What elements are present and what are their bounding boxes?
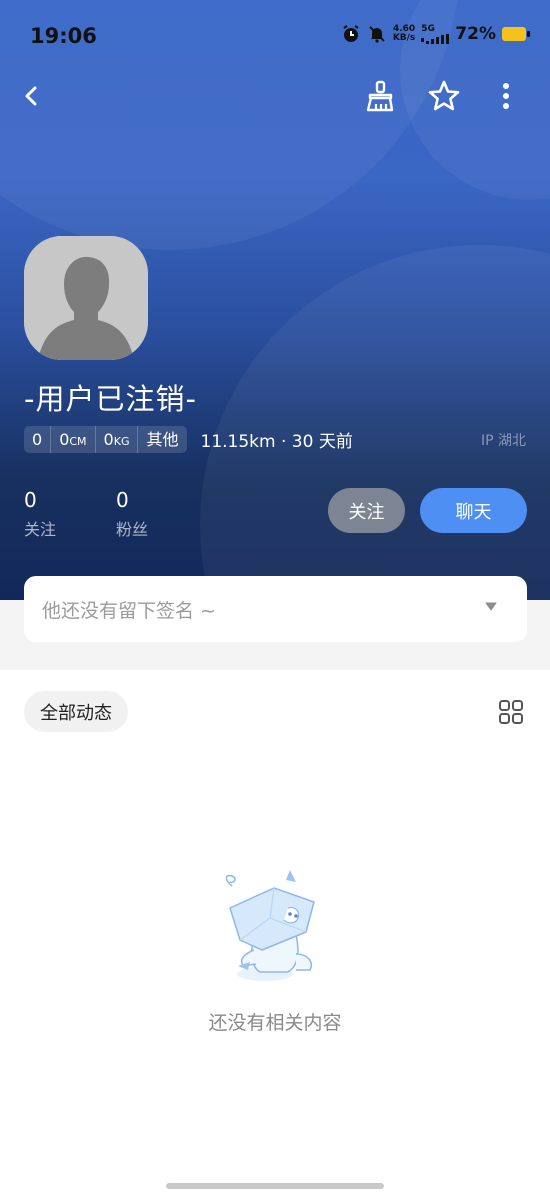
clean-button[interactable] [360,76,400,116]
caret-down-icon[interactable] [485,602,497,612]
following-stat[interactable]: 0 关注 [24,488,56,540]
username: -用户已注销- [24,382,197,416]
chat-button[interactable]: 聊天 [420,488,527,533]
network-speed: 4.60 KB/s [392,24,416,43]
chevron-left-icon [25,86,37,106]
top-nav-bar [0,72,550,120]
more-vertical-icon [503,83,509,109]
tag-height: 0 CM [51,426,96,453]
followers-count: 0 [116,488,129,512]
battery-icon [502,27,530,41]
tag-age: 0 [24,426,52,453]
tag-weight: 0 KG [96,426,139,453]
grid-view-icon[interactable] [498,699,524,725]
tab-all-posts[interactable]: 全部动态 [24,691,128,732]
status-bar: 19:06 4.60 KB/s 5G 72% [0,18,550,58]
status-time: 19:06 [30,24,97,48]
distance-and-last-active: 11.15km · 30 天前 [200,432,353,452]
profile-tags: 0 0 CM 0 KG 其他 11.15km · 30 天前 [24,426,353,453]
following-count: 0 [24,488,37,512]
battery-percent: 72% [455,24,496,44]
more-button[interactable] [486,76,526,116]
favorite-button[interactable] [424,76,464,116]
home-indicator[interactable] [166,1183,384,1189]
following-label: 关注 [24,520,57,539]
tag-role: 其他 [146,430,179,449]
ip-location: IP 湖北 [480,433,526,449]
empty-box-character-icon [225,870,315,981]
signature-text: 他还没有留下签名 ~ [42,599,216,622]
followers-stat[interactable]: 0 粉丝 [116,488,148,540]
attribute-tags: 0 0 CM 0 KG 其他 [24,426,187,453]
star-outline-icon [428,80,460,111]
mute-bell-icon [367,24,387,44]
follow-button[interactable]: 关注 [328,488,405,533]
followers-label: 粉丝 [116,520,149,539]
broom-icon [366,80,394,112]
alarm-icon [341,24,361,44]
empty-state-text: 还没有相关内容 [208,1012,342,1034]
decor-arc [200,245,550,600]
default-avatar-icon [24,236,148,360]
cellular-signal: 5G [421,24,450,44]
signal-bars-icon [421,33,450,44]
back-button[interactable] [12,76,52,116]
signature-card[interactable]: 他还没有留下签名 ~ [24,576,527,642]
avatar[interactable] [24,236,148,360]
status-icons: 4.60 KB/s 5G 72% [341,24,530,44]
